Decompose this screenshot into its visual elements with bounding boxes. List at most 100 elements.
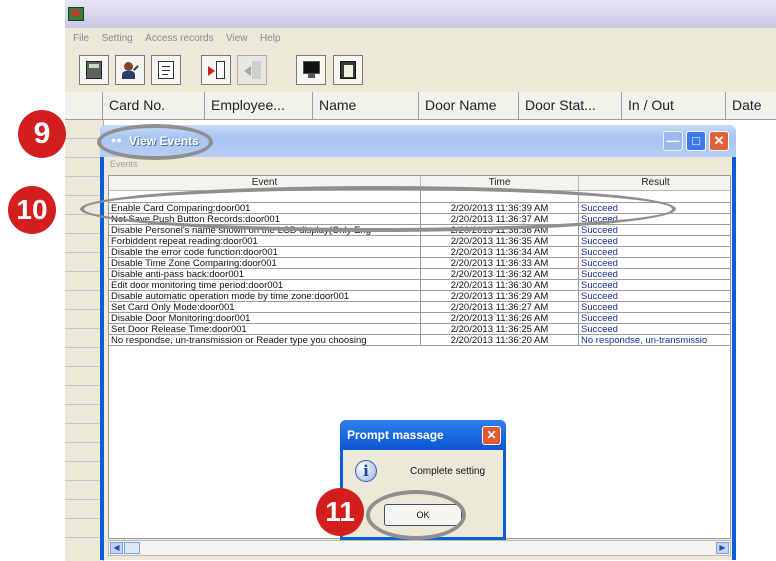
column-door-name[interactable]: Door Name — [419, 92, 519, 119]
time-cell: 2/20/2013 11:36:33 AM — [421, 258, 579, 269]
menu-access-records[interactable]: Access records — [145, 33, 213, 44]
dialog-close-button[interactable]: ✕ — [482, 426, 501, 445]
calculator-icon — [86, 61, 102, 79]
horizontal-scrollbar[interactable]: ◀ ▶ — [108, 540, 731, 556]
table-row[interactable]: Disable Time Zone Comparing:door001 2/20… — [109, 258, 730, 269]
close-icon: ✕ — [713, 133, 725, 148]
row-header-corner — [65, 92, 103, 119]
app-icon — [68, 7, 84, 21]
scroll-right-button[interactable]: ▶ — [716, 542, 729, 554]
time-cell: 2/20/2013 11:36:27 AM — [421, 302, 579, 313]
menu-bar: File Setting Access records View Help — [65, 28, 776, 48]
export-icon — [244, 61, 261, 79]
row-header-column — [65, 120, 104, 561]
menu-file[interactable]: File — [73, 33, 89, 44]
import-icon — [208, 61, 225, 79]
event-cell: Disable Door Monitoring:door001 — [109, 313, 421, 324]
dialog-message: Complete setting — [410, 466, 486, 477]
table-row[interactable]: Disable Door Monitoring:door001 2/20/201… — [109, 313, 730, 324]
result-cell: Succeed — [579, 291, 730, 302]
table-row[interactable]: Set Card Only Mode:door001 2/20/2013 11:… — [109, 302, 730, 313]
result-cell: Succeed — [579, 247, 730, 258]
report-icon — [158, 61, 174, 79]
time-cell: 2/20/2013 11:36:25 AM — [421, 324, 579, 335]
time-cell: 2/20/2013 11:36:35 AM — [421, 236, 579, 247]
result-cell: Succeed — [579, 302, 730, 313]
clipboard-icon — [340, 61, 356, 79]
event-cell: No respondse, un-transmission or Reader … — [109, 335, 421, 346]
result-cell: No respondse, un-transmissio — [579, 335, 730, 346]
column-door-status[interactable]: Door Stat... — [519, 92, 622, 119]
scrollbar-thumb[interactable] — [124, 542, 140, 554]
table-row[interactable]: Forbiddent repeat reading:door001 2/20/2… — [109, 236, 730, 247]
scroll-left-button[interactable]: ◀ — [110, 542, 123, 554]
column-result[interactable]: Result — [579, 176, 730, 190]
monitor-icon — [303, 61, 320, 79]
toolbar-clipboard-button[interactable] — [333, 55, 363, 85]
result-cell: Succeed — [579, 324, 730, 335]
result-cell: Succeed — [579, 236, 730, 247]
info-icon: i — [355, 460, 377, 482]
minimize-icon: — — [666, 133, 680, 148]
column-date[interactable]: Date — [726, 92, 776, 119]
toolbar-calculator-button[interactable] — [79, 55, 109, 85]
column-employee[interactable]: Employee... — [205, 92, 313, 119]
callout-oval-ok-button — [366, 490, 466, 540]
table-row[interactable]: Disable the error code function:door001 … — [109, 247, 730, 258]
event-cell: Set Door Release Time:door001 — [109, 324, 421, 335]
event-cell: Disable automatic operation mode by time… — [109, 291, 421, 302]
user-settings-icon — [122, 61, 139, 79]
table-row[interactable]: Disable anti-pass back:door001 2/20/2013… — [109, 269, 730, 280]
chevron-right-icon: ▶ — [719, 543, 726, 552]
menu-help[interactable]: Help — [260, 33, 281, 44]
toolbar-report-button[interactable] — [151, 55, 181, 85]
event-cell: Disable anti-pass back:door001 — [109, 269, 421, 280]
time-cell: 2/20/2013 11:36:29 AM — [421, 291, 579, 302]
chevron-left-icon: ◀ — [113, 543, 120, 552]
result-cell: Succeed — [579, 269, 730, 280]
toolbar-export-button[interactable] — [237, 55, 267, 85]
step-9-badge: 9 — [18, 110, 66, 158]
maximize-button[interactable]: □ — [686, 131, 706, 151]
table-row[interactable]: No respondse, un-transmission or Reader … — [109, 335, 730, 346]
result-cell: Succeed — [579, 258, 730, 269]
close-button[interactable]: ✕ — [709, 131, 729, 151]
column-in-out[interactable]: In / Out — [622, 92, 726, 119]
toolbar-monitor-button[interactable] — [296, 55, 326, 85]
maximize-icon: □ — [692, 133, 700, 148]
result-cell: Succeed — [579, 225, 730, 236]
toolbar-import-button[interactable] — [201, 55, 231, 85]
time-cell: 2/20/2013 11:36:26 AM — [421, 313, 579, 324]
column-card-no[interactable]: Card No. — [103, 92, 205, 119]
app-title-bar — [65, 0, 776, 28]
callout-oval-view-events — [97, 124, 213, 160]
event-cell: Set Card Only Mode:door001 — [109, 302, 421, 313]
menu-view[interactable]: View — [226, 33, 248, 44]
event-cell: Forbiddent repeat reading:door001 — [109, 236, 421, 247]
close-icon: ✕ — [486, 428, 497, 442]
time-cell: 2/20/2013 11:36:30 AM — [421, 280, 579, 291]
time-cell: 2/20/2013 11:36:20 AM — [421, 335, 579, 346]
menu-setting[interactable]: Setting — [102, 33, 133, 44]
events-group-label: Events — [110, 159, 138, 169]
event-cell: Edit door monitoring time period:door001 — [109, 280, 421, 291]
prompt-dialog-title: Prompt massage — [347, 428, 444, 442]
toolbar-user-settings-button[interactable] — [115, 55, 145, 85]
column-name[interactable]: Name — [313, 92, 419, 119]
table-row[interactable]: Edit door monitoring time period:door001… — [109, 280, 730, 291]
result-cell: Succeed — [579, 313, 730, 324]
time-cell: 2/20/2013 11:36:32 AM — [421, 269, 579, 280]
minimize-button[interactable]: — — [663, 131, 683, 151]
result-cell: Succeed — [579, 280, 730, 291]
step-10-badge: 10 — [8, 186, 56, 234]
step-11-badge: 11 — [316, 488, 364, 536]
table-row[interactable]: Set Door Release Time:door001 2/20/2013 … — [109, 324, 730, 335]
toolbar — [65, 48, 776, 93]
callout-oval-event-row — [80, 186, 676, 232]
event-cell: Disable the error code function:door001 — [109, 247, 421, 258]
time-cell: 2/20/2013 11:36:34 AM — [421, 247, 579, 258]
table-row[interactable]: Disable automatic operation mode by time… — [109, 291, 730, 302]
event-cell: Disable Time Zone Comparing:door001 — [109, 258, 421, 269]
prompt-dialog-title-bar[interactable]: Prompt massage ✕ — [340, 420, 506, 450]
records-grid-header: Card No. Employee... Name Door Name Door… — [65, 92, 776, 120]
